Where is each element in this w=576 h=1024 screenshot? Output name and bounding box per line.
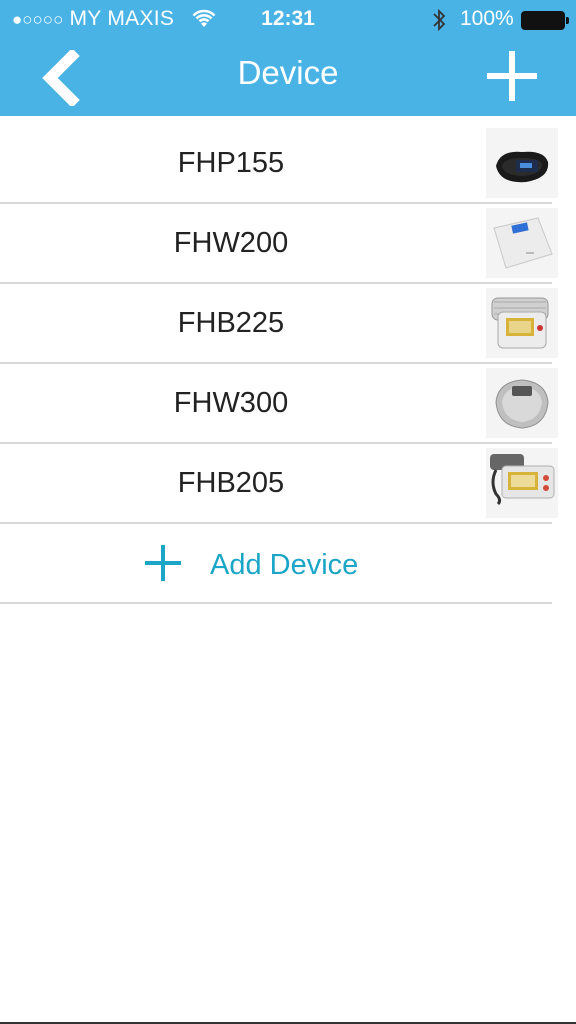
device-row-fhw200[interactable]: FHW200: [0, 204, 558, 284]
plus-icon: [487, 51, 537, 101]
arm-monitor-thumbnail: [486, 448, 558, 518]
add-device-row[interactable]: Add Device: [0, 524, 552, 604]
device-name: FHP155: [177, 147, 285, 179]
device-screen: ●○○○○ MY MAXIS 12:31 100% Device FHP155 …: [0, 0, 576, 1024]
battery-icon: [521, 11, 569, 30]
device-row-fhw300[interactable]: FHW300: [0, 364, 558, 444]
bluetooth-icon: [432, 8, 446, 37]
wrist-monitor-thumbnail: [486, 288, 558, 358]
device-name: FHB225: [177, 307, 285, 339]
device-name: FHB205: [177, 467, 285, 499]
device-list: FHP155 FHW200 FHB225 FHW300 FHB205 Add D…: [0, 124, 576, 604]
navbar: Device: [0, 40, 576, 116]
device-row-fhb225[interactable]: FHB225: [0, 284, 558, 364]
plus-icon: [145, 545, 181, 581]
device-row-fhp155[interactable]: FHP155: [0, 124, 558, 204]
body-fat-scale-thumbnail: [486, 368, 558, 438]
fitness-band-thumbnail: [486, 128, 558, 198]
device-name: FHW300: [173, 387, 289, 419]
battery-percent: 100%: [460, 7, 514, 30]
add-button[interactable]: [484, 48, 540, 104]
bathroom-scale-thumbnail: [486, 208, 558, 278]
add-device-label: Add Device: [210, 549, 359, 581]
status-bar: ●○○○○ MY MAXIS 12:31 100%: [0, 0, 576, 40]
device-row-fhb205[interactable]: FHB205: [0, 444, 558, 524]
device-name: FHW200: [173, 227, 289, 259]
header: ●○○○○ MY MAXIS 12:31 100% Device: [0, 0, 576, 116]
